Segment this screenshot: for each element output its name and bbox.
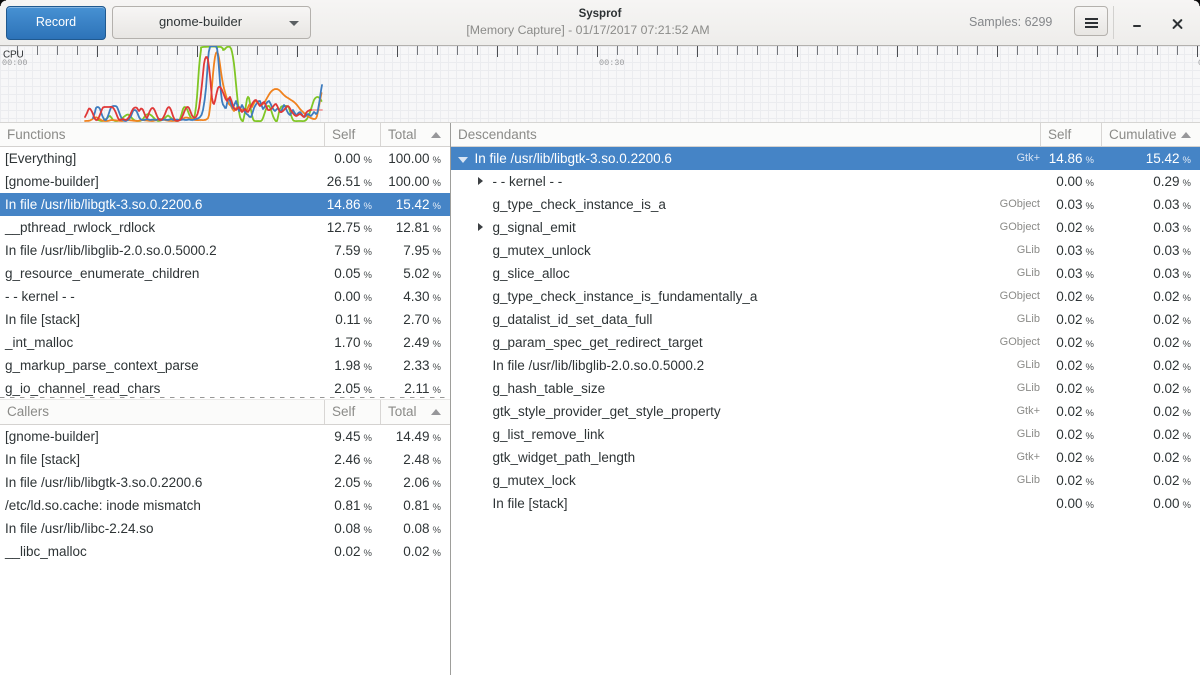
svg-text:00:30: 00:30 xyxy=(599,58,625,68)
svg-text:CPU: CPU xyxy=(3,50,24,61)
